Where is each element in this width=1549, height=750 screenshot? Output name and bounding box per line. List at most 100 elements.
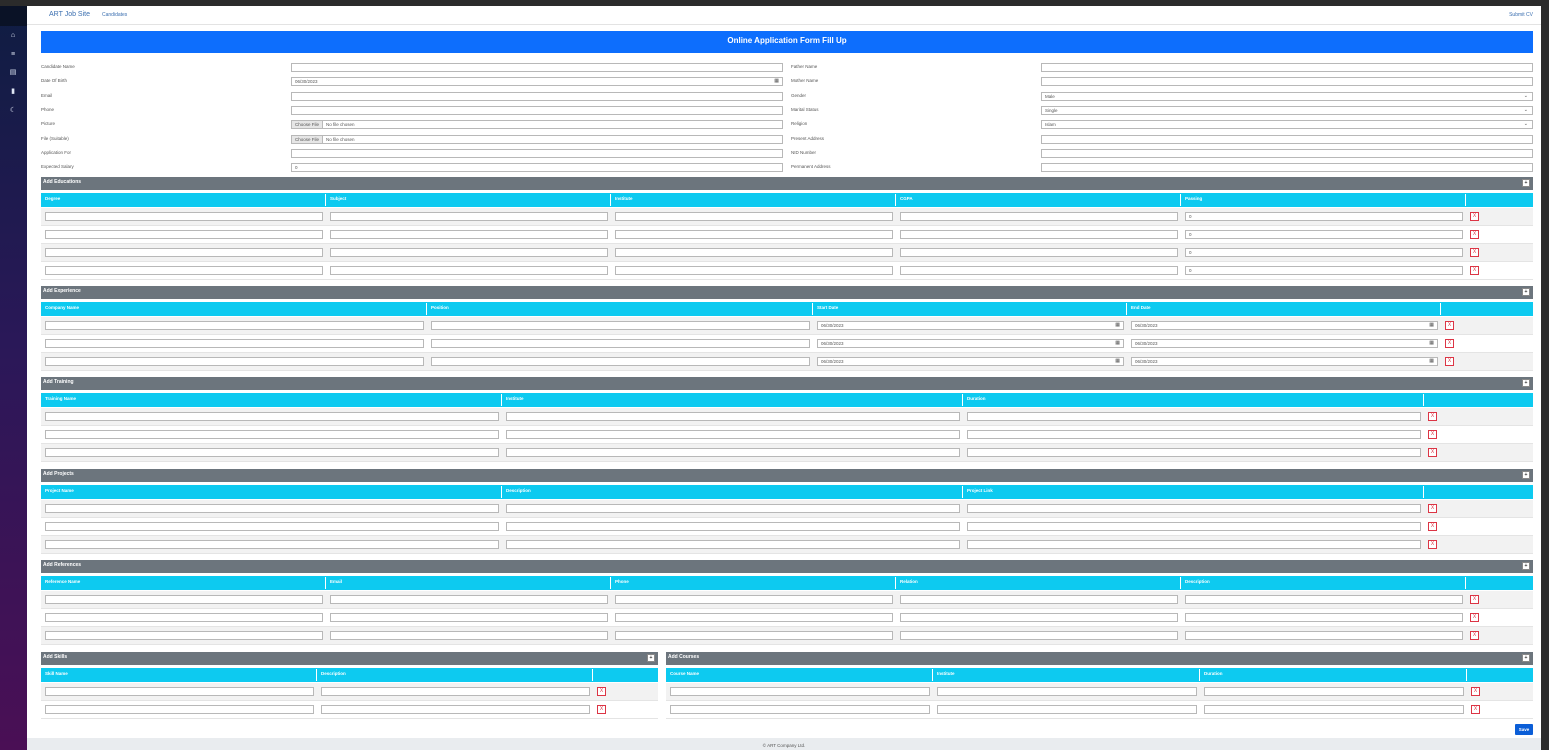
phone-input[interactable]	[615, 613, 893, 622]
moon-icon[interactable]: ☾	[9, 107, 17, 115]
remove-row-button[interactable]: X	[597, 704, 606, 714]
training-name-input[interactable]	[45, 448, 499, 457]
institute-input[interactable]	[615, 212, 893, 221]
application-for-field[interactable]	[291, 148, 783, 158]
cgpa-input[interactable]	[900, 230, 1178, 239]
project-name-input[interactable]	[45, 540, 499, 549]
subject-input[interactable]	[330, 212, 608, 221]
calendar-icon[interactable]: ▦	[1429, 358, 1434, 365]
description-input[interactable]	[506, 504, 960, 513]
remove-row-button[interactable]: X	[1428, 447, 1437, 457]
start-date-input[interactable]: 06/30/2023 ▦	[817, 321, 1124, 330]
calendar-icon[interactable]: ▦	[1115, 358, 1120, 365]
duration-input[interactable]	[1204, 687, 1464, 696]
nav-link-candidates[interactable]: Candidates	[102, 12, 127, 18]
institute-input[interactable]	[506, 448, 960, 457]
company-name-input[interactable]	[45, 357, 424, 366]
training-name-input[interactable]	[45, 430, 499, 439]
reference-name-input[interactable]	[45, 631, 323, 640]
email-input[interactable]	[330, 631, 608, 640]
expand-toggle-button[interactable]: +	[1522, 471, 1530, 479]
cgpa-input[interactable]	[900, 266, 1178, 275]
mother-name-field[interactable]	[1041, 77, 1533, 87]
file-suitable-field[interactable]: Choose File No file chosen	[291, 134, 783, 144]
description-input[interactable]	[1185, 595, 1463, 604]
remove-row-button[interactable]: X	[1470, 265, 1479, 275]
description-input[interactable]	[321, 687, 590, 696]
remove-row-button[interactable]: X	[1428, 521, 1437, 531]
description-input[interactable]	[506, 522, 960, 531]
remove-row-button[interactable]: X	[1428, 503, 1437, 513]
degree-input[interactable]	[45, 230, 323, 239]
relation-input[interactable]	[900, 613, 1178, 622]
start-date-input[interactable]: 06/30/2023 ▦	[817, 339, 1124, 348]
description-input[interactable]	[1185, 631, 1463, 640]
remove-row-button[interactable]: X	[1445, 338, 1454, 348]
subject-input[interactable]	[330, 266, 608, 275]
picture-field[interactable]: Choose File No file chosen	[291, 120, 783, 130]
passing-input[interactable]: 0	[1185, 266, 1463, 275]
duration-input[interactable]	[967, 448, 1421, 457]
calendar-icon[interactable]: ▦	[1115, 340, 1120, 347]
expand-toggle-button[interactable]: +	[1522, 562, 1530, 570]
cgpa-input[interactable]	[900, 248, 1178, 257]
project-link-input[interactable]	[967, 504, 1421, 513]
remove-row-button[interactable]: X	[1471, 704, 1480, 714]
remove-row-button[interactable]: X	[1445, 320, 1454, 330]
remove-row-button[interactable]: X	[1428, 429, 1437, 439]
relation-input[interactable]	[900, 631, 1178, 640]
institute-input[interactable]	[615, 266, 893, 275]
passing-input[interactable]: 0	[1185, 230, 1463, 239]
degree-input[interactable]	[45, 248, 323, 257]
subject-input[interactable]	[330, 230, 608, 239]
project-name-input[interactable]	[45, 504, 499, 513]
choose-file-button[interactable]: Choose File	[292, 135, 324, 143]
date-of-birth-field[interactable]: 06/30/2023 ▦	[291, 77, 783, 87]
gender-field[interactable]: Male ⌄	[1041, 91, 1533, 101]
passing-input[interactable]: 0	[1185, 212, 1463, 221]
remove-row-button[interactable]: X	[1428, 411, 1437, 421]
remove-row-button[interactable]: X	[1470, 594, 1479, 604]
nid-number-field[interactable]	[1041, 148, 1533, 158]
reference-name-input[interactable]	[45, 595, 323, 604]
bookmark-icon[interactable]: ▮	[9, 88, 17, 96]
remove-row-button[interactable]: X	[1470, 612, 1479, 622]
project-name-input[interactable]	[45, 522, 499, 531]
start-date-input[interactable]: 06/30/2023 ▦	[817, 357, 1124, 366]
remove-row-button[interactable]: X	[1428, 539, 1437, 549]
description-input[interactable]	[1185, 613, 1463, 622]
phone-input[interactable]	[615, 595, 893, 604]
choose-file-button[interactable]: Choose File	[292, 121, 324, 129]
description-input[interactable]	[321, 705, 590, 714]
end-date-input[interactable]: 06/30/2023 ▦	[1131, 339, 1438, 348]
relation-input[interactable]	[900, 595, 1178, 604]
remove-row-button[interactable]: X	[1445, 356, 1454, 366]
email-field[interactable]	[291, 91, 783, 101]
remove-row-button[interactable]: X	[1470, 229, 1479, 239]
subject-input[interactable]	[330, 248, 608, 257]
expand-toggle-button[interactable]: +	[1522, 379, 1530, 387]
remove-row-button[interactable]: X	[1470, 211, 1479, 221]
end-date-input[interactable]: 06/30/2023 ▦	[1131, 321, 1438, 330]
phone-input[interactable]	[615, 631, 893, 640]
present-address-field[interactable]	[1041, 134, 1533, 144]
training-name-input[interactable]	[45, 412, 499, 421]
expand-toggle-button[interactable]: +	[1522, 288, 1530, 296]
company-name-input[interactable]	[45, 339, 424, 348]
passing-input[interactable]: 0	[1185, 248, 1463, 257]
reference-name-input[interactable]	[45, 613, 323, 622]
position-input[interactable]	[431, 339, 810, 348]
course-name-input[interactable]	[670, 687, 930, 696]
institute-input[interactable]	[937, 687, 1197, 696]
project-link-input[interactable]	[967, 540, 1421, 549]
marital-status-field[interactable]: Single ⌄	[1041, 105, 1533, 115]
duration-input[interactable]	[967, 430, 1421, 439]
calendar-icon[interactable]: ▦	[1429, 322, 1434, 329]
description-input[interactable]	[506, 540, 960, 549]
home-icon[interactable]: ⌂	[9, 32, 17, 40]
remove-row-button[interactable]: X	[1470, 247, 1479, 257]
end-date-input[interactable]: 06/30/2023 ▦	[1131, 357, 1438, 366]
institute-input[interactable]	[937, 705, 1197, 714]
brand-link[interactable]: ART Job Site	[49, 11, 90, 18]
remove-row-button[interactable]: X	[597, 686, 606, 696]
